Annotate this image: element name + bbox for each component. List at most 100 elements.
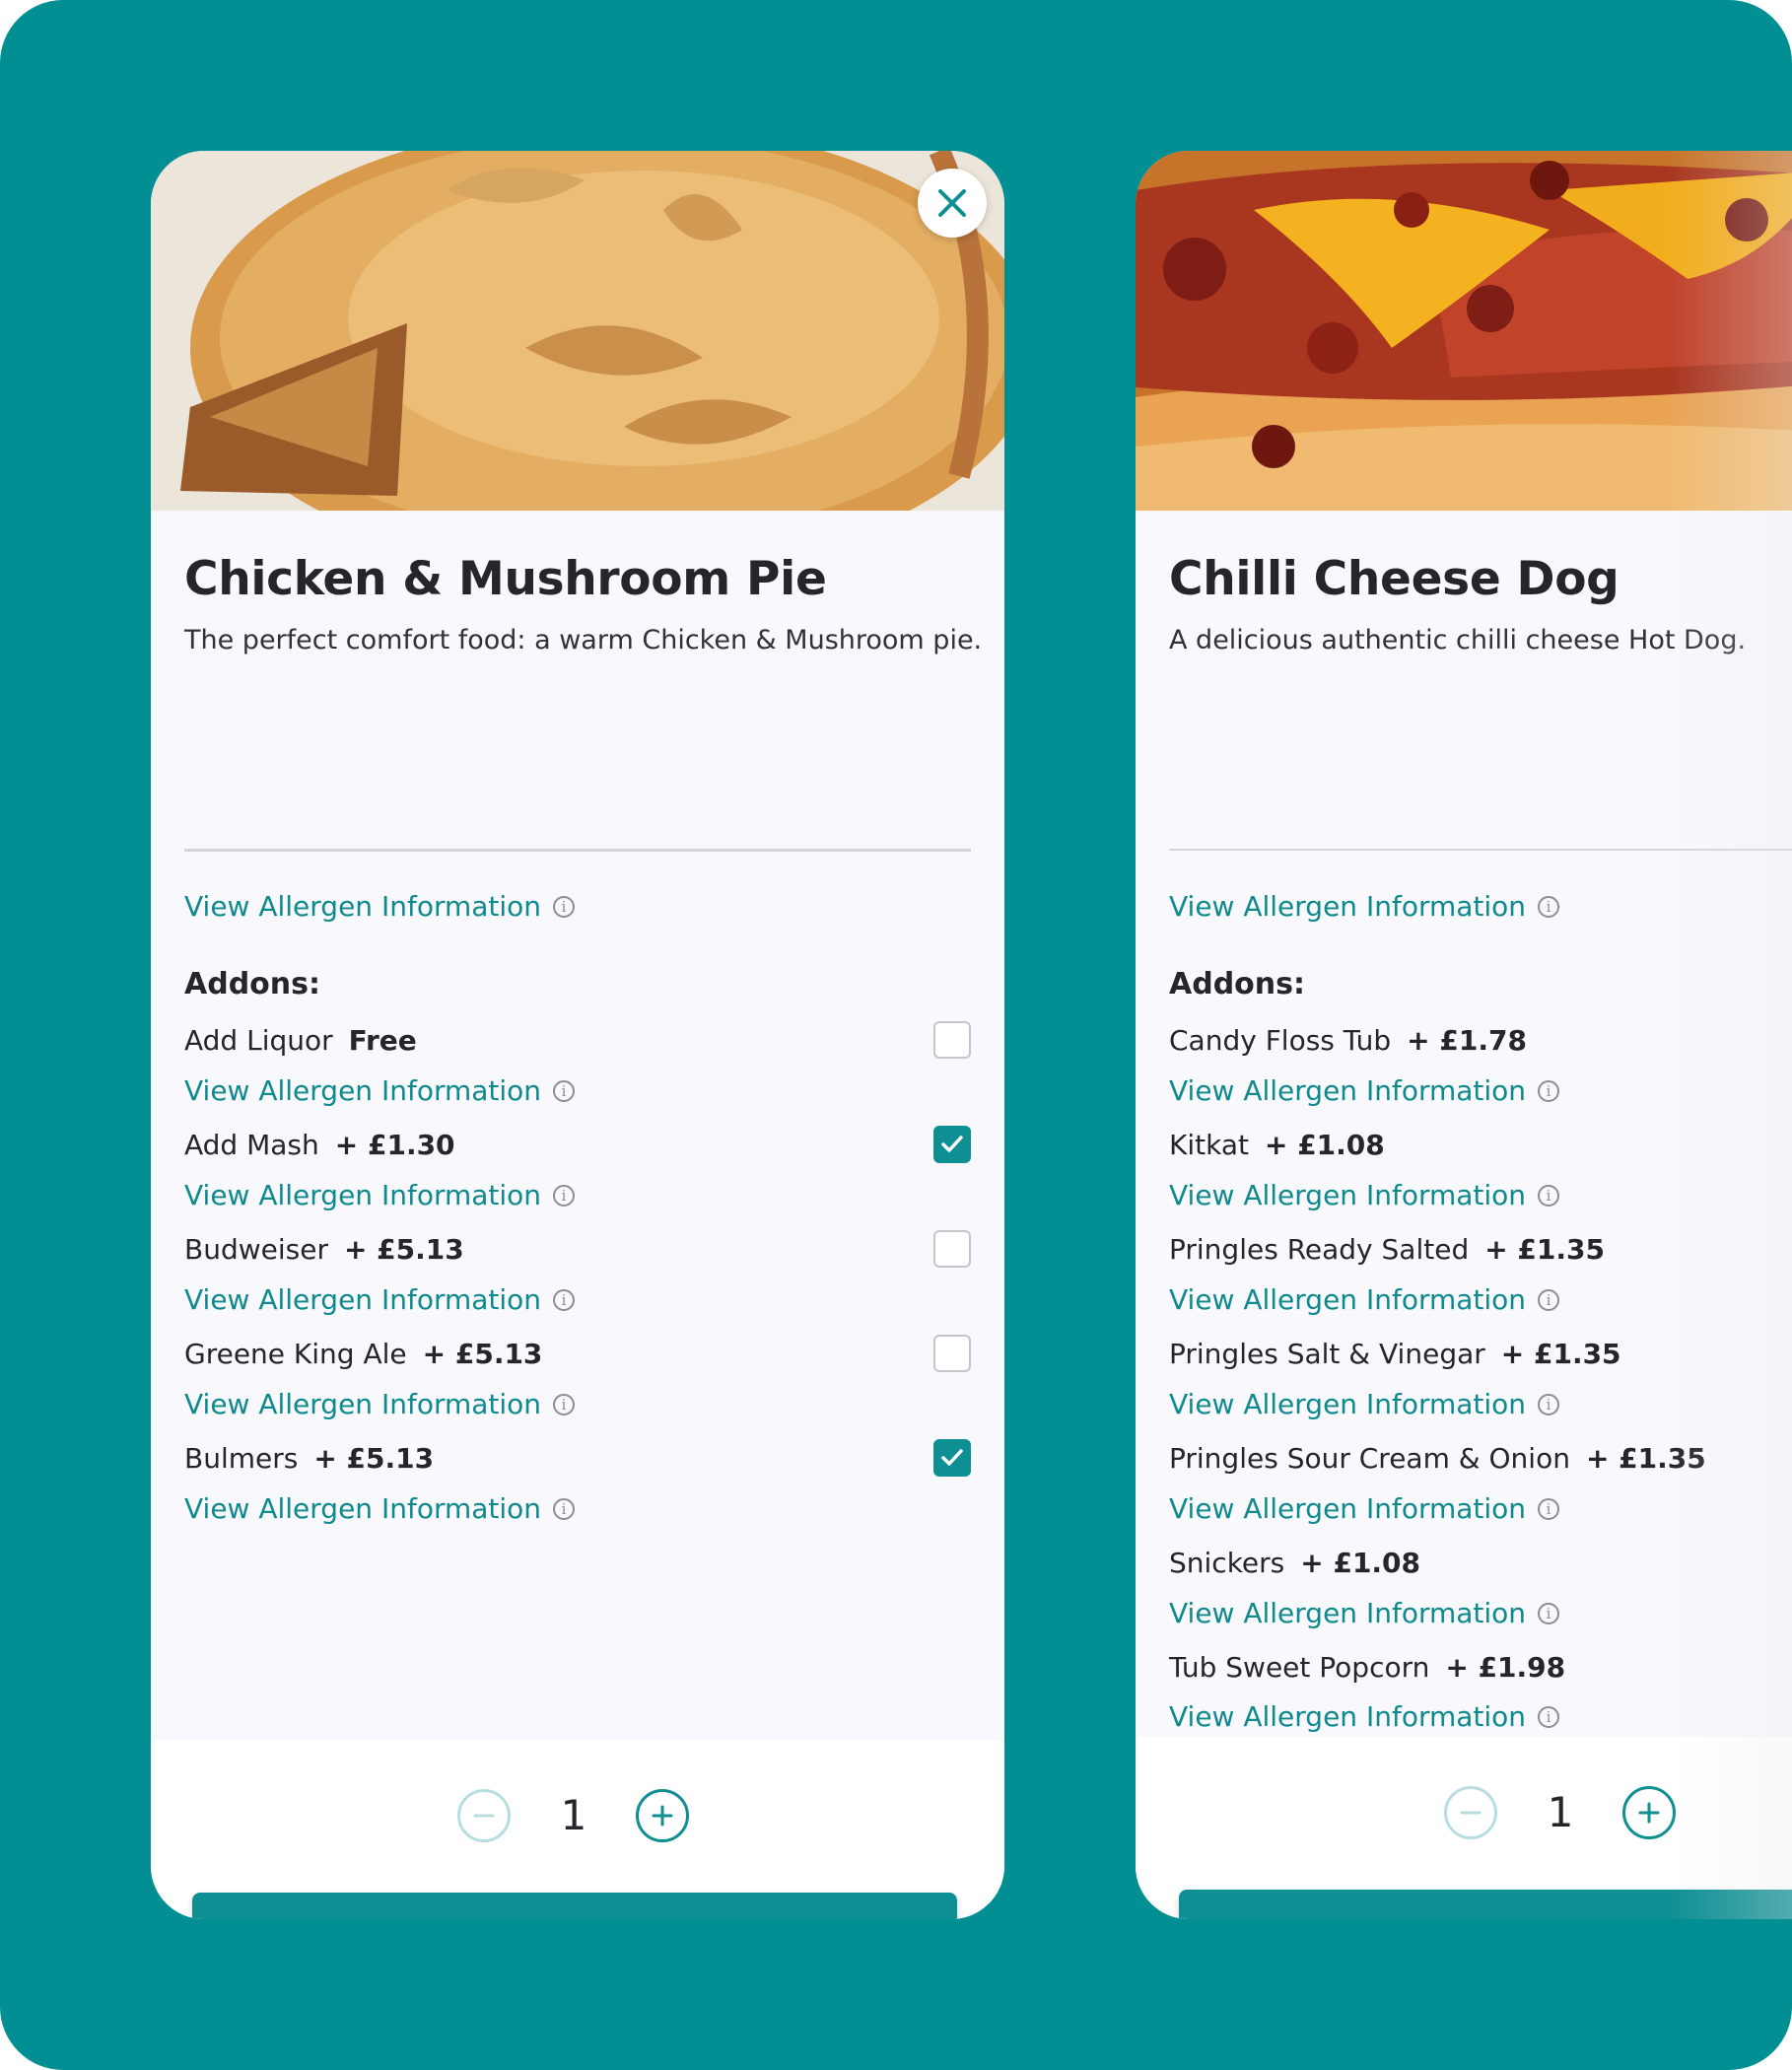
app-background: Chicken & Mushroom Pie The perfect comfo… [0,0,1792,2070]
order-footer: 1 Add to Order [151,1740,1004,1919]
view-allergen-link[interactable]: View Allergen Information i [1169,1597,1560,1629]
allergen-link-label: View Allergen Information [1169,1283,1527,1316]
addon-row-pringles-ready-salted[interactable]: Pringles Ready Salted + £1.35 [1169,1227,1792,1271]
addon-row-add-mash: Add Mash + £1.30 [184,1123,971,1166]
allergen-link-label: View Allergen Information [184,1179,542,1211]
addon-checkbox-greene-king-ale[interactable] [933,1335,971,1372]
view-allergen-link[interactable]: View Allergen Information i [1169,1492,1560,1525]
view-allergen-link[interactable]: View Allergen Information i [1169,1074,1560,1107]
addon-row-pringles-salt-vinegar[interactable]: Pringles Salt & Vinegar + £1.35 [1169,1332,1792,1375]
addon-price: + £1.35 [1484,1232,1605,1266]
view-allergen-link[interactable]: View Allergen Information i [1169,1388,1560,1420]
order-footer: 1 Add to Order [1136,1737,1792,1919]
view-allergen-link[interactable]: View Allergen Information i [184,890,576,923]
addon-name: Snickers [1169,1546,1285,1579]
addon-name: Add Mash [184,1128,319,1161]
decrease-quantity-button[interactable] [457,1789,511,1842]
divider [184,849,971,851]
info-icon: i [553,1079,576,1102]
close-icon [938,189,966,217]
add-to-order-button[interactable]: Add to Order [1179,1890,1792,1919]
info-icon: i [553,1497,576,1520]
quantity-value: 1 [1547,1788,1574,1836]
product-description: A delicious authentic chilli cheese Hot … [1169,625,1747,656]
addon-price: + £1.08 [1300,1546,1421,1579]
info-icon: i [553,895,576,918]
addon-price: + £1.78 [1407,1023,1527,1057]
info-icon: i [1538,1079,1560,1102]
view-allergen-link[interactable]: View Allergen Information i [1169,1283,1560,1316]
addon-row-pringles-sour-cream-onion[interactable]: Pringles Sour Cream & Onion + £1.35 [1169,1436,1792,1480]
view-allergen-link[interactable]: View Allergen Information i [184,1179,576,1211]
product-image-pie [151,151,1004,511]
addon-row-candy-floss-tub[interactable]: Candy Floss Tub + £1.78 [1169,1018,1792,1062]
addon-price: + £1.30 [334,1128,455,1161]
increase-quantity-button[interactable] [636,1789,689,1842]
product-image-hotdog [1136,151,1792,511]
info-icon: i [553,1393,576,1415]
addons-heading: Addons: [184,967,320,1001]
view-allergen-link[interactable]: View Allergen Information i [1169,890,1560,923]
quantity-stepper: 1 [1136,1786,1792,1845]
addons-heading: Addons: [1169,967,1305,1001]
check-icon [941,1136,963,1152]
info-icon: i [1538,895,1560,918]
divider [1169,849,1792,851]
addon-row-kitkat[interactable]: Kitkat + £1.08 [1169,1123,1792,1166]
add-to-order-button[interactable]: Add to Order [192,1893,957,1919]
addon-row-add-liquor: Add Liquor Free [184,1018,971,1062]
addon-name: Pringles Sour Cream & Onion [1169,1441,1570,1475]
view-allergen-link[interactable]: View Allergen Information i [1169,1179,1560,1211]
view-allergen-link[interactable]: View Allergen Information i [184,1388,576,1420]
allergen-link-label: View Allergen Information [1169,1492,1527,1525]
info-icon: i [1538,1497,1560,1520]
addon-price: Free [348,1023,417,1057]
addon-checkbox-budweiser[interactable] [933,1230,971,1268]
allergen-link-label: View Allergen Information [1169,1597,1527,1629]
info-icon: i [553,1184,576,1207]
addon-name: Bulmers [184,1441,299,1475]
addon-row-bulmers: Bulmers + £5.13 [184,1436,971,1480]
check-icon [941,1449,963,1466]
view-allergen-link[interactable]: View Allergen Information i [184,1492,576,1525]
view-allergen-link[interactable]: View Allergen Information i [184,1074,576,1107]
addon-price: + £5.13 [313,1441,435,1475]
addon-checkbox-add-liquor[interactable] [933,1021,971,1059]
minus-icon [1460,1811,1482,1815]
addon-name: Pringles Ready Salted [1169,1232,1470,1266]
allergen-link-label: View Allergen Information [184,1492,542,1525]
info-icon: i [1538,1393,1560,1415]
addon-checkbox-bulmers[interactable] [933,1439,971,1477]
info-icon: i [1538,1288,1560,1311]
product-card-chicken-pie: Chicken & Mushroom Pie The perfect comfo… [151,151,1004,1919]
view-allergen-link[interactable]: View Allergen Information i [184,1283,576,1316]
product-card-chilli-dog: Chilli Cheese Dog A delicious authentic … [1136,151,1792,1919]
close-button[interactable] [918,169,987,238]
product-title: Chicken & Mushroom Pie [184,552,827,606]
addon-row-snickers[interactable]: Snickers + £1.08 [1169,1541,1792,1584]
plus-icon [1638,1802,1660,1824]
allergen-link-label: View Allergen Information [1169,890,1527,923]
allergen-link-label: View Allergen Information [1169,1388,1527,1420]
allergen-link-label: View Allergen Information [1169,1074,1527,1107]
addon-row-tub-sweet-popcorn[interactable]: Tub Sweet Popcorn + £1.98 [1169,1645,1792,1689]
addon-name: Candy Floss Tub [1169,1023,1392,1057]
allergen-link-label: View Allergen Information [1169,1179,1527,1211]
product-description: The perfect comfort food: a warm Chicken… [184,625,983,656]
allergen-link-label: View Allergen Information [184,1074,542,1107]
addon-price: + £1.35 [1500,1337,1621,1370]
increase-quantity-button[interactable] [1622,1786,1676,1839]
decrease-quantity-button[interactable] [1444,1786,1497,1839]
view-allergen-link[interactable]: View Allergen Information i [1169,1700,1560,1733]
addon-name: Add Liquor [184,1023,333,1057]
addon-checkbox-add-mash[interactable] [933,1126,971,1163]
addon-row-budweiser: Budweiser + £5.13 [184,1227,971,1271]
addon-name: Kitkat [1169,1128,1249,1161]
allergen-link-label: View Allergen Information [184,1283,542,1316]
addon-name: Pringles Salt & Vinegar [1169,1337,1485,1370]
info-icon: i [1538,1184,1560,1207]
info-icon: i [1538,1705,1560,1728]
plus-icon [652,1805,673,1827]
addon-name: Tub Sweet Popcorn [1169,1650,1430,1684]
minus-icon [473,1814,495,1818]
